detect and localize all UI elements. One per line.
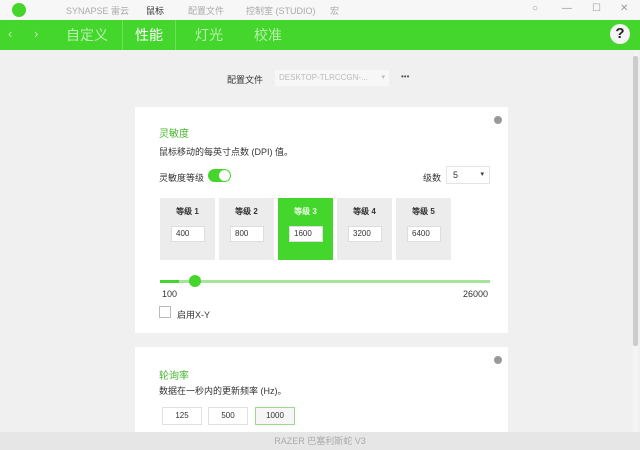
dpi-input[interactable]: 1600 [289, 226, 323, 242]
profile-dropdown[interactable]: DESKTOP-TLRCCGN-... ▾ [275, 70, 389, 86]
scrollbar[interactable] [633, 52, 638, 432]
polling-title: 轮询率 [159, 371, 189, 382]
forward-icon[interactable]: › [34, 26, 38, 41]
title-bar: SYNAPSE 雷云 鼠标 配置文件 控制室 (STUDIO) 宏 ○ — ☐ … [0, 0, 640, 20]
polling-1000-button[interactable]: 1000 [255, 407, 295, 425]
tab-calibration[interactable]: 校准 [242, 20, 294, 50]
dpi-slider-thumb[interactable] [189, 275, 202, 287]
polling-description: 数据在一秒内的更新频率 (Hz)。 [159, 386, 287, 396]
dpi-stage-1[interactable]: 等级 1 400 [160, 198, 215, 260]
stage-label: 等级 1 [176, 207, 199, 216]
settings-icon[interactable]: ○ [532, 3, 538, 14]
polling-125-button[interactable]: 125 [162, 407, 202, 425]
help-icon[interactable] [494, 116, 502, 124]
dpi-input[interactable]: 400 [171, 226, 205, 242]
razer-logo-icon [12, 3, 26, 17]
menu-macro[interactable]: 宏 [330, 4, 339, 17]
polling-500-button[interactable]: 500 [208, 407, 248, 425]
scrollbar-thumb[interactable] [633, 56, 638, 346]
dpi-stage-3[interactable]: 等级 3 1600 [278, 198, 333, 260]
device-name: RAZER 巴塞利斯蛇 V3 [274, 436, 366, 446]
stages-toggle[interactable] [208, 169, 231, 182]
stage-count-select[interactable]: 5 ▾ [446, 166, 490, 184]
sensitivity-title: 灵敏度 [159, 129, 189, 140]
dpi-input[interactable]: 3200 [348, 226, 382, 242]
dpi-stage-5[interactable]: 等级 5 6400 [396, 198, 451, 260]
tab-performance[interactable]: 性能 [122, 20, 176, 50]
dpi-input[interactable]: 6400 [407, 226, 441, 242]
stage-count-value: 5 [453, 170, 459, 180]
help-icon[interactable] [494, 356, 502, 364]
dpi-slider-fill [160, 280, 180, 283]
menu-profiles[interactable]: 配置文件 [188, 4, 224, 17]
minimize-icon[interactable]: — [562, 3, 572, 14]
slider-min-label: 100 [162, 289, 178, 299]
xy-label: 启用X-Y [177, 310, 211, 320]
slider-max-label: 26000 [463, 289, 489, 299]
stage-count-label: 级数 [423, 173, 442, 183]
chevron-down-icon: ▾ [480, 171, 484, 178]
dpi-input[interactable]: 800 [230, 226, 264, 242]
stages-label: 灵敏度等级 [159, 173, 205, 183]
stage-label: 等级 4 [353, 207, 376, 216]
menu-studio[interactable]: 控制室 (STUDIO) [246, 4, 316, 17]
close-icon[interactable]: ✕ [620, 3, 628, 14]
dpi-slider-track[interactable] [160, 275, 490, 287]
menu-mouse[interactable]: 鼠标 [146, 4, 164, 17]
sensitivity-description: 鼠标移动的每英寸点数 (DPI) 值。 [159, 147, 293, 157]
profile-value: DESKTOP-TLRCCGN-... [279, 73, 368, 82]
tab-lighting[interactable]: 灯光 [183, 20, 235, 50]
xy-checkbox[interactable] [159, 306, 171, 318]
dpi-stage-2[interactable]: 等级 2 800 [219, 198, 274, 260]
footer: RAZER 巴塞利斯蛇 V3 [0, 432, 640, 450]
profile-label: 配置文件 [227, 75, 264, 85]
stage-label: 等级 5 [412, 207, 435, 216]
help-button[interactable]: ? [610, 24, 630, 44]
nav-bar: ‹ › 自定义 性能 灯光 校准 ? [0, 20, 640, 50]
dpi-stage-4[interactable]: 等级 4 3200 [337, 198, 392, 260]
back-icon[interactable]: ‹ [8, 26, 12, 41]
chevron-down-icon: ▾ [381, 74, 385, 81]
tab-customize[interactable]: 自定义 [54, 20, 120, 50]
menu-synapse[interactable]: SYNAPSE 雷云 [66, 4, 129, 17]
stage-label: 等级 3 [294, 207, 317, 216]
stage-label: 等级 2 [235, 207, 258, 216]
maximize-icon[interactable]: ☐ [592, 3, 601, 14]
more-options-button[interactable]: ••• [401, 72, 409, 81]
